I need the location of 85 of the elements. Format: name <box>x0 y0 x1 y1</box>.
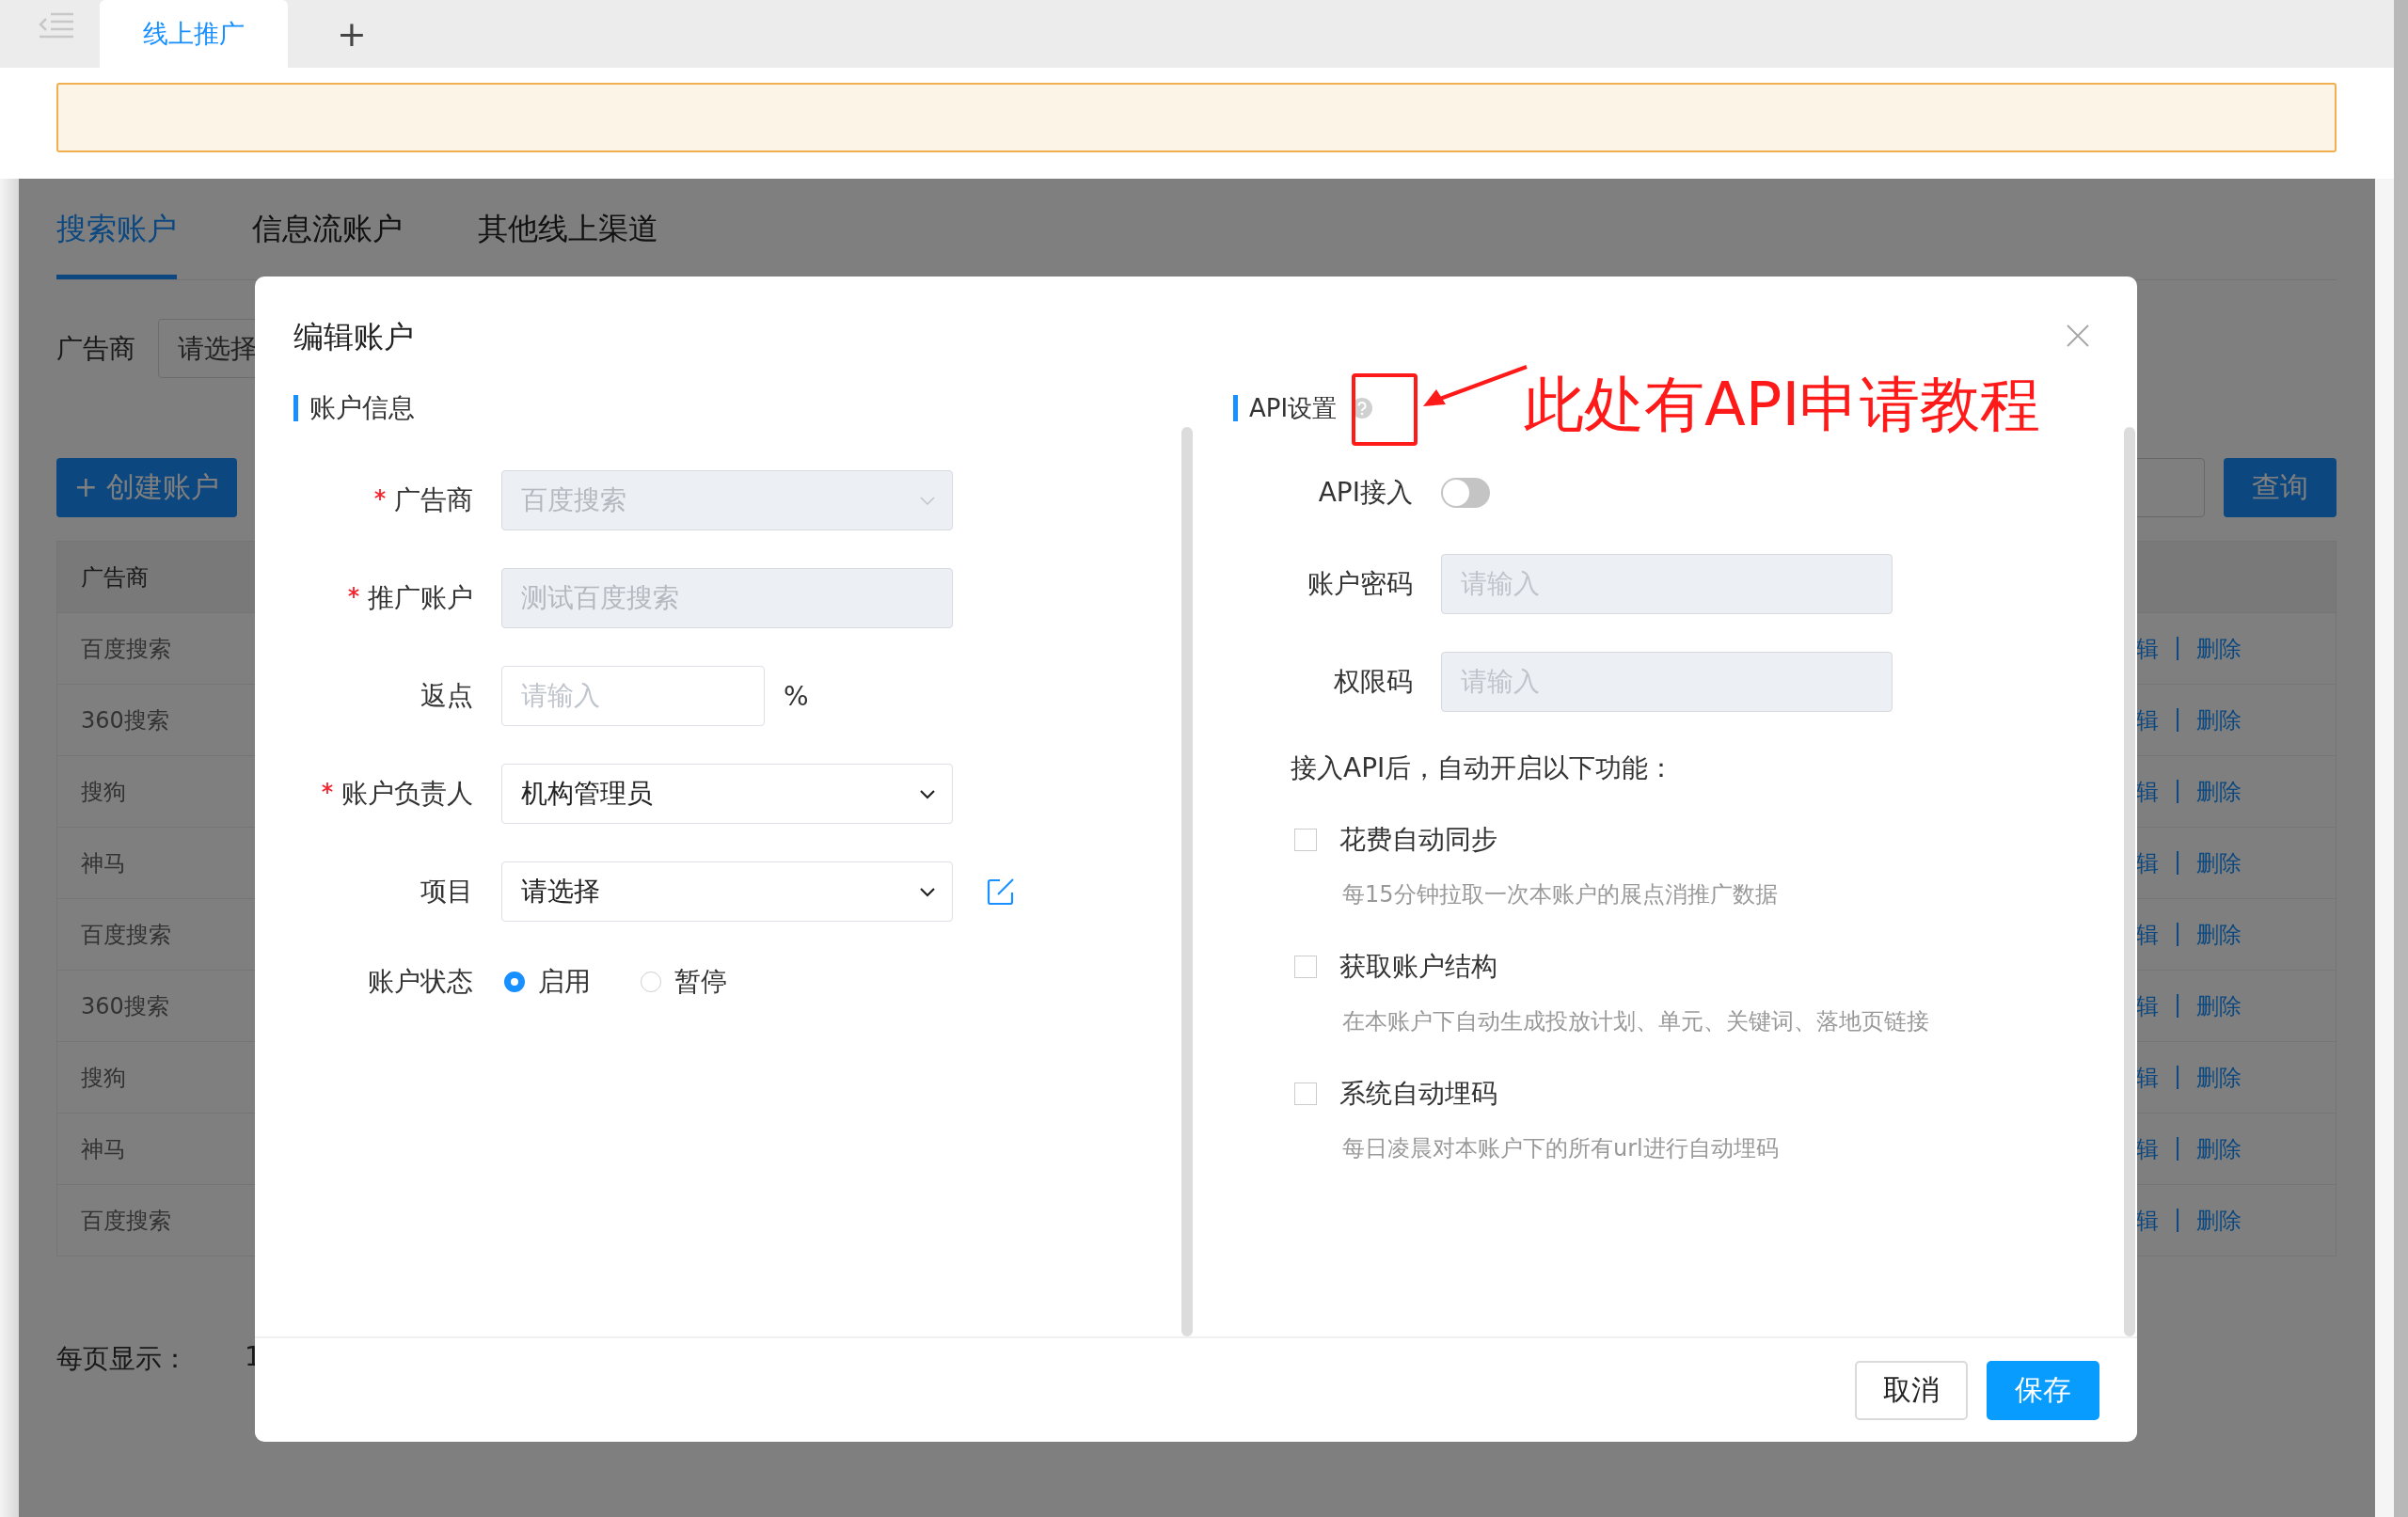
field-label: 账户状态 <box>367 965 473 999</box>
field-label: 项目 <box>420 875 473 909</box>
add-tab-button[interactable]: + <box>327 0 376 68</box>
save-button[interactable]: 保存 <box>1987 1360 2099 1420</box>
delete-link[interactable]: 删除 <box>2196 1133 2242 1164</box>
separator: | <box>2173 847 2181 877</box>
edit-icon[interactable] <box>987 877 1015 906</box>
toggle-switch[interactable] <box>1441 478 1490 508</box>
table-cell-text: 搜狗 <box>81 777 126 807</box>
separator: | <box>2173 919 2181 948</box>
input-field[interactable]: 请输入 <box>501 666 765 726</box>
scrollbar[interactable] <box>1181 427 1193 1336</box>
table-cell-text: 搜狗 <box>81 1063 126 1093</box>
section-heading: API设置 <box>1249 392 1338 424</box>
radio-label: 启用 <box>538 965 591 999</box>
checkbox[interactable] <box>1294 956 1317 978</box>
chevron-down-icon <box>918 494 937 507</box>
select-field[interactable]: 机构管理员 <box>501 764 953 824</box>
table-cell-text: 神马 <box>81 1134 126 1164</box>
page-size-label: 每页显示： <box>56 1342 188 1376</box>
delete-link[interactable]: 删除 <box>2196 633 2242 664</box>
checkbox[interactable] <box>1294 829 1317 851</box>
query-button[interactable]: 查询 <box>2224 458 2337 517</box>
delete-link[interactable]: 删除 <box>2196 847 2242 878</box>
tab[interactable]: 线上推广 <box>100 0 288 68</box>
edit-link[interactable]: 辑 <box>2135 990 2159 1021</box>
separator: | <box>2173 1133 2181 1162</box>
column-header: 广告商 <box>81 562 149 593</box>
feature-description: 每日凌晨对本账户下的所有url进行自动埋码 <box>1341 1134 1780 1163</box>
tab[interactable]: 搜索账户 <box>56 179 177 279</box>
chevron-down-icon <box>918 787 937 800</box>
chevron-down-icon <box>918 885 937 898</box>
field-label: API接入 <box>1317 476 1413 510</box>
field-label: 权限码 <box>1333 665 1413 699</box>
table-cell-text: 百度搜索 <box>81 920 171 950</box>
field-label: 返点 <box>420 679 473 713</box>
delete-link[interactable]: 删除 <box>2196 704 2242 735</box>
select-field[interactable]: 请选择 <box>501 861 953 922</box>
checkbox[interactable] <box>1294 1082 1317 1105</box>
separator: | <box>2173 1062 2181 1091</box>
cancel-button[interactable]: 取消 <box>1855 1360 1968 1420</box>
separator: | <box>2173 704 2181 734</box>
table-cell-text: 神马 <box>81 848 126 878</box>
separator: | <box>2173 990 2181 1019</box>
checkbox-label: 花费自动同步 <box>1339 823 1497 857</box>
delete-link[interactable]: 删除 <box>2196 776 2242 807</box>
close-icon[interactable] <box>2066 324 2090 348</box>
checkbox-label: 系统自动埋码 <box>1339 1077 1497 1111</box>
annotation-text: 此处有API申请教程 <box>1524 369 2041 441</box>
scrollbar[interactable] <box>2124 427 2135 1336</box>
delete-link[interactable]: 删除 <box>2196 919 2242 950</box>
edit-link[interactable]: 辑 <box>2135 704 2159 735</box>
table-cell-text: 百度搜索 <box>81 634 171 664</box>
checkbox-label: 获取账户结构 <box>1339 950 1497 984</box>
edit-link[interactable]: 辑 <box>2135 1062 2159 1093</box>
dialog-title: 编辑账户 <box>293 318 414 356</box>
separator: | <box>2173 776 2181 805</box>
feature-description: 每15分钟拉取一次本账户的展点消推广数据 <box>1341 880 1779 909</box>
section-marker <box>1233 395 1238 421</box>
edit-link[interactable]: 辑 <box>2135 776 2159 807</box>
delete-link[interactable]: 删除 <box>2196 990 2242 1021</box>
edit-link[interactable]: 辑 <box>2135 847 2159 878</box>
table-cell-text: 360搜索 <box>81 991 169 1021</box>
features-heading: 接入API后，自动开启以下功能： <box>1290 751 1676 785</box>
feature-description: 在本账户下自动生成投放计划、单元、关键词、落地页链接 <box>1341 1007 1930 1036</box>
field-label: 账户密码 <box>1307 567 1413 601</box>
filter-label: 广告商 <box>56 331 135 366</box>
section-marker <box>293 395 298 421</box>
separator: | <box>2173 633 2181 662</box>
radio-label: 暂停 <box>674 965 727 999</box>
edit-link[interactable]: 辑 <box>2135 919 2159 950</box>
unit-label: % <box>784 680 809 712</box>
radio-button[interactable] <box>504 972 525 992</box>
table-cell-text: 百度搜索 <box>81 1206 171 1236</box>
create-account-button[interactable]: + 创建账户 <box>56 458 237 517</box>
separator: | <box>2173 1205 2181 1234</box>
edit-link[interactable]: 辑 <box>2135 1205 2159 1236</box>
table-cell-text: 360搜索 <box>81 705 169 735</box>
section-heading: 账户信息 <box>309 391 415 425</box>
scrollbar[interactable] <box>2394 0 2408 1517</box>
edit-link[interactable]: 辑 <box>2135 633 2159 664</box>
menu-icon[interactable] <box>38 11 73 40</box>
delete-link[interactable]: 删除 <box>2196 1062 2242 1093</box>
edit-link[interactable]: 辑 <box>2135 1133 2159 1164</box>
delete-link[interactable]: 删除 <box>2196 1205 2242 1236</box>
